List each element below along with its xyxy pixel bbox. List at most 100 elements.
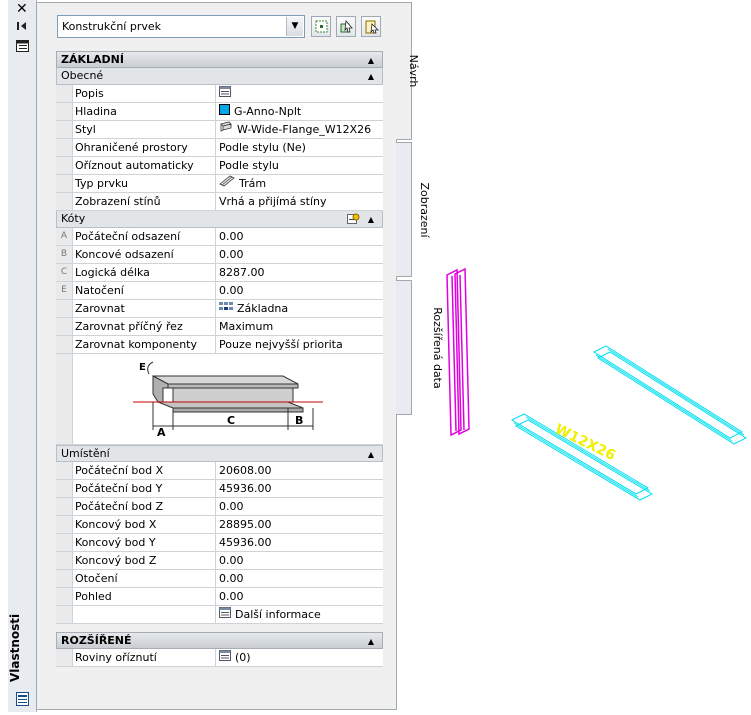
collapse-caret-icon[interactable]: ▲ [368,212,374,228]
property-row[interactable]: Zarovnat příčný řez Maximum [56,318,383,336]
palette-properties-icon[interactable] [16,692,29,706]
subcategory-umisteni[interactable]: Umístění ▲ [56,445,383,462]
drawing-viewport[interactable]: W12X26 [412,0,751,712]
property-value[interactable]: 0.00 [216,228,383,245]
property-value-text: 0.00 [219,590,244,603]
property-row[interactable]: Typ prvku Trám [56,175,383,193]
property-value-text: Podle stylu [219,159,279,172]
property-value[interactable]: 0.00 [216,588,383,605]
property-name: Natočení [73,282,216,299]
property-row[interactable]: Další informace [56,606,383,624]
property-value[interactable]: Podle stylu [216,157,383,174]
property-name: Ohraničené prostory [73,139,216,156]
list-icon [219,85,231,102]
tab-rozsirena-data[interactable]: Rozšířená data [396,280,444,415]
property-value[interactable]: (0) [216,649,383,666]
property-value[interactable] [216,85,383,102]
close-icon[interactable]: ✕ [16,2,28,16]
property-value[interactable]: G-Anno-Nplt [216,103,383,120]
properties-menu-icon[interactable] [16,40,29,52]
property-value-text: 0.00 [219,572,244,585]
row-gutter [56,300,73,317]
property-row[interactable]: Roviny oříznutí (0) [56,649,383,667]
property-row[interactable]: E Natočení 0.00 [56,282,383,300]
property-value-text: Pouze nejvyšší priorita [219,338,343,351]
property-row[interactable]: Otočení 0.00 [56,570,383,588]
property-value[interactable]: Podle stylu (Ne) [216,139,383,156]
property-row[interactable]: Zarovnat Základna [56,300,383,318]
property-row[interactable]: Styl W-Wide-Flange_W12X26 [56,121,383,139]
property-row[interactable]: Oříznout automaticky Podle stylu [56,157,383,175]
object-type-value: Konstrukční prvek [62,20,161,33]
property-value[interactable]: 20608.00 [216,462,383,479]
property-value[interactable]: 0.00 [216,282,383,299]
property-row[interactable]: Ohraničené prostory Podle stylu (Ne) [56,139,383,157]
property-row[interactable]: Popis [56,85,383,103]
dimension-diagram-row: E A C B [56,354,383,445]
property-value[interactable]: W-Wide-Flange_W12X26 [216,121,383,138]
property-name: Koncové odsazení [73,246,216,263]
property-name: Popis [73,85,216,102]
property-value[interactable]: 0.00 [216,498,383,515]
property-row[interactable]: Koncový bod X 28895.00 [56,516,383,534]
property-value[interactable]: 45936.00 [216,480,383,497]
property-value[interactable]: Trám [216,175,383,192]
category-rozsirene[interactable]: ROZŠÍŘENÉ ▲ [56,632,383,649]
subcategory-obecne[interactable]: Obecné ▲ [56,68,383,85]
row-gutter [56,193,73,210]
property-value-text: W-Wide-Flange_W12X26 [237,123,372,136]
collapse-caret-icon[interactable]: ▲ [368,69,374,85]
list-icon [219,606,231,623]
property-value[interactable]: 0.00 [216,246,383,263]
pickadd-button[interactable] [336,16,356,37]
property-name: Pohled [73,588,216,605]
property-row[interactable]: Pohled 0.00 [56,588,383,606]
autohide-icon[interactable] [16,20,29,32]
category-label: ZÁKLADNÍ [61,53,124,66]
chevron-down-icon[interactable]: ▼ [286,17,303,36]
property-row[interactable]: Koncový bod Y 45936.00 [56,534,383,552]
property-row[interactable]: B Koncové odsazení 0.00 [56,246,383,264]
property-row[interactable]: C Logická délka 8287.00 [56,264,383,282]
property-value[interactable]: 45936.00 [216,534,383,551]
property-row[interactable]: Koncový bod Z 0.00 [56,552,383,570]
collapse-caret-icon[interactable]: ▲ [368,634,374,649]
property-value-text: 0.00 [219,500,244,513]
property-value[interactable]: Další informace [216,606,383,623]
property-value[interactable]: 0.00 [216,570,383,587]
property-value[interactable]: 0.00 [216,552,383,569]
property-row[interactable]: A Počáteční odsazení 0.00 [56,228,383,246]
property-value[interactable]: Základna [216,300,383,317]
collapse-caret-icon[interactable]: ▲ [368,447,374,463]
property-row[interactable]: Počáteční bod Y 45936.00 [56,480,383,498]
dimension-worksheet-icon[interactable] [347,213,360,230]
toggle-pickadd-button[interactable] [361,16,381,37]
beam-lower [510,413,654,501]
object-type-dropdown[interactable]: Konstrukční prvek ▼ [57,15,305,38]
property-value[interactable]: Pouze nejvyšší priorita [216,336,383,353]
subcategory-koty[interactable]: Kóty ▲ [56,211,383,228]
property-name: Otočení [73,570,216,587]
property-name: Zobrazení stínů [73,193,216,210]
row-gutter [56,157,73,174]
grid-icon [219,300,233,317]
property-name: Styl [73,121,216,138]
tab-navrh[interactable]: Návrh [396,2,420,140]
property-value-text: 8287.00 [219,266,265,279]
property-value[interactable]: 8287.00 [216,264,383,281]
property-row[interactable]: Počáteční bod X 20608.00 [56,462,383,480]
collapse-caret-icon[interactable]: ▲ [368,53,374,68]
property-row[interactable]: Zobrazení stínů Vrhá a přijímá stíny [56,193,383,211]
property-value[interactable]: 28895.00 [216,516,383,533]
property-value[interactable]: Maximum [216,318,383,335]
property-name: Počáteční odsazení [73,228,216,245]
property-value-text: Další informace [235,608,321,621]
category-zakladni[interactable]: ZÁKLADNÍ ▲ [56,51,383,68]
property-row[interactable]: Hladina G-Anno-Nplt [56,103,383,121]
quick-select-button[interactable] [311,16,331,37]
property-row[interactable]: Počáteční bod Z 0.00 [56,498,383,516]
tab-zobrazeni[interactable]: Zobrazení [396,142,431,277]
property-row[interactable]: Zarovnat komponenty Pouze nejvyšší priori… [56,336,383,354]
property-value-text: 45936.00 [219,482,272,495]
property-value[interactable]: Vrhá a přijímá stíny [216,193,383,210]
